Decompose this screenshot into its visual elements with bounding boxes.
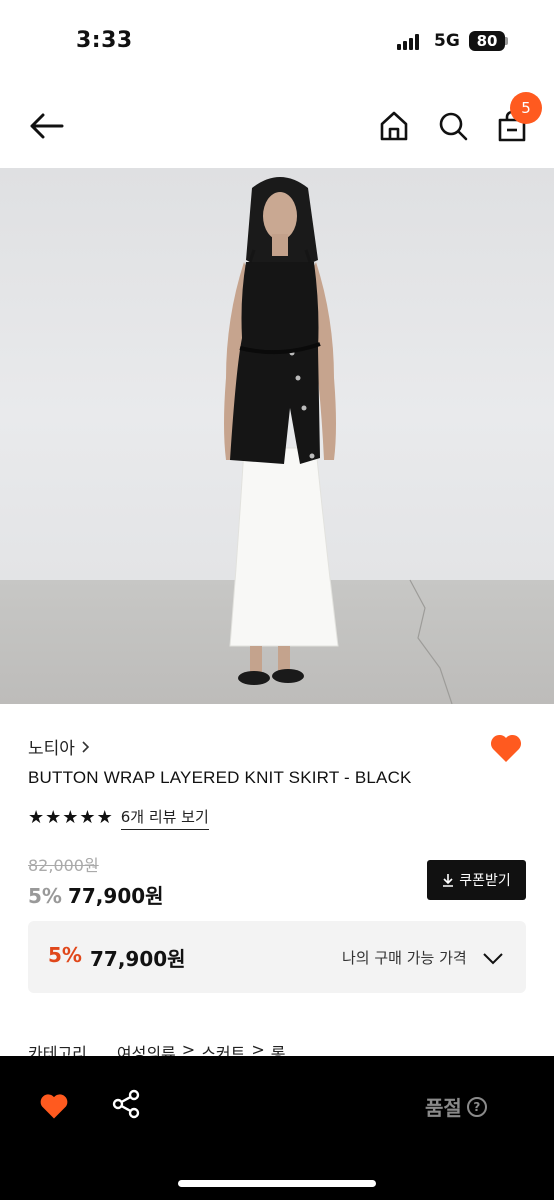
rating-stars: ★ ★ ★ ★ ★ [28, 808, 113, 828]
original-price: 82,000원 [28, 856, 99, 875]
sale-price: 77,900원 [67, 884, 164, 908]
help-icon[interactable]: ? [466, 1096, 487, 1117]
best-price: 77,900원 [90, 947, 186, 971]
status-bar: 3:33 5G 80 [0, 0, 554, 84]
share-button[interactable] [110, 1088, 142, 1120]
download-icon [443, 874, 454, 887]
chevron-down-icon [483, 953, 503, 965]
star-icon: ★ [28, 807, 45, 828]
best-price-label: 나의 구매 가능 가격 [342, 949, 467, 967]
brand-link[interactable]: 노티아 [28, 734, 91, 759]
sold-out-label: 품절 [425, 1096, 462, 1120]
sold-out-status: 품절 ? [425, 1092, 487, 1121]
home-button[interactable] [374, 106, 414, 146]
signal-icon [397, 34, 423, 50]
cart-count-badge: 5 [510, 92, 542, 124]
search-button[interactable] [433, 106, 473, 146]
best-discount: 5% [48, 943, 82, 967]
heart-icon [40, 1094, 68, 1119]
model-figure [224, 177, 453, 704]
star-icon: ★ [45, 807, 62, 828]
status-time: 3:33 [76, 28, 133, 53]
star-icon: ★ [96, 807, 113, 828]
coupon-button[interactable]: 쿠폰받기 [427, 860, 526, 900]
back-arrow-icon [30, 113, 64, 139]
brand-name: 노티아 [28, 739, 75, 759]
share-icon [112, 1089, 140, 1119]
network-label: 5G [434, 31, 460, 51]
product-image[interactable] [0, 168, 554, 704]
battery-tip [505, 37, 508, 45]
coupon-label: 쿠폰받기 [459, 873, 511, 889]
star-icon: ★ [62, 807, 79, 828]
home-indicator[interactable] [178, 1180, 376, 1187]
top-nav [0, 84, 554, 168]
wishlist-button[interactable] [488, 730, 524, 766]
back-button[interactable] [26, 106, 66, 146]
heart-icon [490, 734, 522, 762]
price-row: 5% 77,900원 [28, 880, 164, 909]
bottom-wishlist-button[interactable] [38, 1090, 70, 1122]
product-name: BUTTON WRAP LAYERED KNIT SKIRT - BLACK [28, 768, 412, 787]
home-icon [380, 111, 408, 141]
rating-row: ★ ★ ★ ★ ★ 6개 리뷰 보기 [28, 806, 209, 830]
search-icon [439, 112, 468, 141]
best-price-panel[interactable]: 5% 77,900원 나의 구매 가능 가격 [28, 921, 526, 993]
battery-icon: 80 [469, 31, 505, 51]
discount-rate: 5% [28, 884, 62, 908]
chevron-right-icon [82, 740, 90, 753]
bottom-action-bar: 품절 ? [0, 1056, 554, 1200]
review-link[interactable]: 6개 리뷰 보기 [120, 806, 209, 830]
star-icon: ★ [79, 807, 96, 828]
